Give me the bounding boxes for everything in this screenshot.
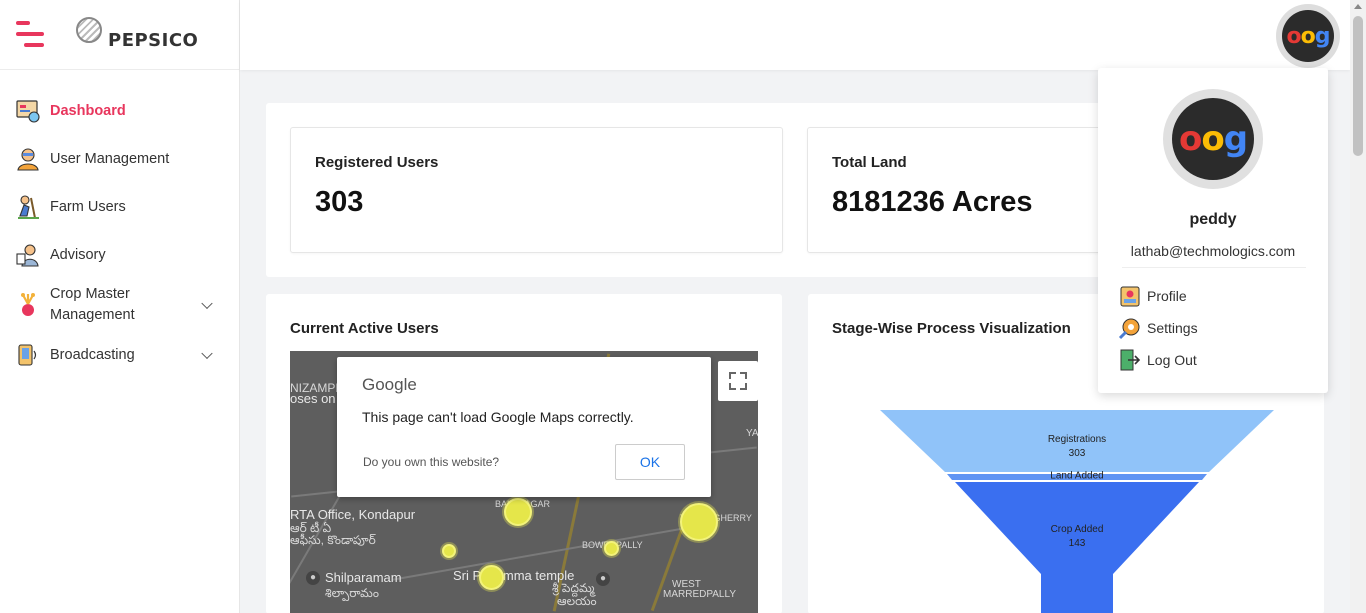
menu-item-label: Settings: [1147, 320, 1198, 336]
sidebar-menu: Dashboard User Management Farm Users Adv…: [0, 87, 239, 379]
sidebar-item-advisory[interactable]: Advisory: [0, 231, 239, 279]
ok-button[interactable]: OK: [615, 444, 685, 480]
broadcasting-icon: [18, 344, 37, 366]
registered-users-card: Registered Users 303: [290, 127, 783, 253]
user-management-icon: [17, 148, 39, 171]
funnel-segment-crop-added[interactable]: [1041, 574, 1113, 613]
map-label: శిల్పారామం: [325, 586, 379, 600]
profile-name: peddy: [1189, 211, 1237, 228]
map-label: Shilparamam: [325, 570, 402, 585]
panel-title: Current Active Users: [290, 320, 439, 337]
card-title: Registered Users: [315, 154, 439, 171]
sidebar-item-dashboard[interactable]: Dashboard: [0, 87, 239, 135]
map-label: MARREDPALLY: [663, 589, 736, 600]
divider: [1122, 267, 1306, 268]
sidebar-item-label: Crop Master Management: [50, 286, 135, 323]
fullscreen-icon[interactable]: [718, 361, 758, 401]
chevron-down-icon[interactable]: [201, 347, 213, 360]
sidebar-item-label: Broadcasting: [50, 346, 135, 363]
card-value: 303: [315, 186, 364, 218]
sidebar-item-label: Advisory: [50, 246, 106, 263]
own-website-link[interactable]: Do you own this website?: [363, 455, 499, 469]
map-label: ఆలయం: [557, 594, 597, 608]
brand-logo[interactable]: PEPSICO: [76, 16, 199, 51]
map-label: YA: [746, 428, 758, 439]
menu-item-label: Profile: [1147, 288, 1187, 304]
sidebar-item-farm-users[interactable]: Farm Users: [0, 183, 239, 231]
menu-toggle-icon[interactable]: [16, 19, 48, 51]
map-temple-icon: ●: [596, 572, 610, 586]
funnel-label: Registrations: [1048, 434, 1106, 445]
settings-gear-icon: [1118, 318, 1140, 340]
funnel-label: Crop Added: [1051, 524, 1104, 535]
map-marker[interactable]: [504, 498, 532, 526]
map-poi-icon: ●: [306, 571, 320, 585]
logo-bar: PEPSICO: [0, 0, 239, 70]
scroll-thumb[interactable]: [1353, 16, 1363, 156]
card-title: Total Land: [832, 154, 907, 171]
error-message: This page can't load Google Maps correct…: [362, 409, 634, 425]
sidebar-item-broadcasting[interactable]: Broadcasting: [0, 331, 239, 379]
map-marker[interactable]: [604, 541, 619, 556]
brand-name: PEPSICO: [108, 30, 199, 51]
profile-icon: [1120, 286, 1140, 307]
avatar-image: oog: [1282, 10, 1334, 62]
logout-icon: [1120, 349, 1141, 371]
profile-dropdown: oog peddy lathab@techmologics.com Profil…: [1098, 68, 1328, 393]
user-avatar-button[interactable]: oog: [1276, 4, 1340, 68]
chevron-down-icon[interactable]: [201, 297, 213, 310]
profile-email: lathab@techmologics.com: [1130, 243, 1296, 259]
farm-users-icon: [18, 195, 39, 219]
active-users-map[interactable]: NIZAMPET oses on RTA Office, Kondapur ఆర…: [290, 351, 758, 613]
avatar-image: oog: [1172, 98, 1254, 180]
stage-funnel-chart: Registrations 303 Land Added Crop Added 143: [880, 410, 1274, 613]
sidebar-item-crop-master-management[interactable]: Crop Master Management: [0, 279, 239, 331]
pepsico-globe-icon: [76, 16, 102, 43]
profile-avatar: oog: [1163, 89, 1263, 189]
dashboard-icon: [16, 100, 40, 123]
card-value: 8181236 Acres: [832, 186, 1033, 218]
sidebar-item-label: User Management: [50, 150, 170, 167]
sidebar: PEPSICO Dashboard User Management Farm U…: [0, 0, 240, 613]
funnel-label: Land Added: [1050, 471, 1103, 482]
map-label: RTA Office, Kondapur: [290, 507, 416, 522]
map-marker[interactable]: [442, 544, 456, 558]
advisory-icon: [16, 244, 39, 267]
map-marker[interactable]: [680, 503, 718, 541]
google-logo: Google: [362, 375, 417, 394]
profile-menu-item-profile[interactable]: Profile: [1118, 283, 1187, 309]
map-label: oses on: [290, 391, 336, 406]
panel-title: Stage-Wise Process Visualization: [832, 320, 1071, 337]
sidebar-item-label: Farm Users: [50, 198, 126, 215]
top-bar: oog: [240, 0, 1350, 70]
map-marker[interactable]: [479, 565, 504, 590]
funnel-value: 303: [1069, 448, 1086, 459]
map-label: ఆఫీసు, కొండాపూర్: [290, 533, 376, 547]
profile-menu-item-settings[interactable]: Settings: [1118, 315, 1198, 341]
google-maps-error-dialog: Google This page can't load Google Maps …: [337, 357, 711, 497]
crop-master-icon: [21, 293, 35, 316]
funnel-value: 143: [1069, 538, 1086, 549]
menu-item-label: Log Out: [1147, 352, 1197, 368]
active-users-panel: Current Active Users NIZAMPET oses on RT…: [266, 294, 782, 613]
page-scrollbar[interactable]: [1350, 0, 1366, 613]
profile-menu-item-logout[interactable]: Log Out: [1118, 347, 1197, 373]
sidebar-item-user-management[interactable]: User Management: [0, 135, 239, 183]
scroll-up-arrow-icon[interactable]: [1354, 4, 1362, 9]
sidebar-item-label: Dashboard: [50, 102, 126, 119]
